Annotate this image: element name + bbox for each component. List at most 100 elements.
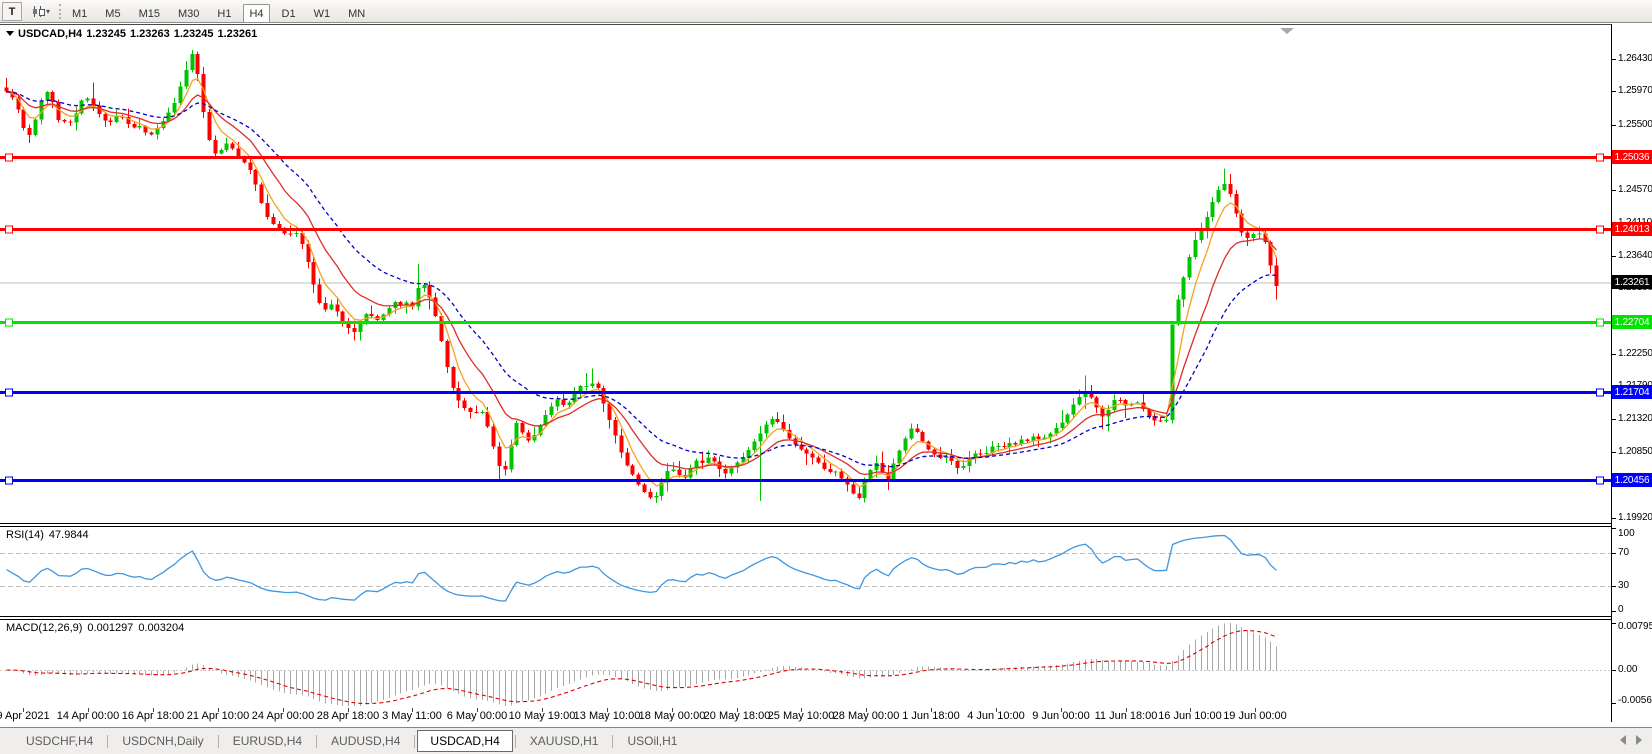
rsi-panel[interactable] (0, 526, 1611, 617)
candle-body (985, 453, 989, 454)
candle-body (272, 217, 276, 224)
rsi-tick (1611, 553, 1616, 554)
price-tick (1611, 59, 1616, 60)
candle-body (776, 419, 780, 422)
candle-body (69, 121, 73, 122)
candle-body (318, 285, 322, 303)
candle-body (956, 461, 960, 468)
chart-tab-usoil[interactable]: USOil,H1 (615, 731, 689, 751)
main-chart-canvas (0, 25, 1611, 523)
timeframe-M30[interactable]: M30 (172, 4, 205, 23)
price-line-label[interactable]: 1.20456 (1612, 473, 1652, 487)
candle-body (1235, 194, 1239, 213)
moving-average-line (7, 92, 1277, 467)
price-line-label[interactable]: 1.24013 (1612, 222, 1652, 236)
price-line-label[interactable]: 1.21704 (1612, 385, 1652, 399)
timeframe-MN[interactable]: MN (342, 4, 371, 23)
rsi-tick (1611, 611, 1616, 612)
price-tick-label: 1.23640 (1618, 250, 1652, 261)
price-line-label[interactable]: 1.25036 (1612, 150, 1652, 164)
candle-body (701, 460, 705, 463)
line-endpoint-marker (1597, 226, 1604, 233)
tab-scroll-right-button[interactable] (1636, 735, 1642, 745)
candle-body (324, 303, 328, 310)
candle-body (138, 126, 142, 127)
candle-body (1037, 437, 1041, 439)
line-endpoint-marker (1597, 154, 1604, 161)
tab-scroll-buttons (1620, 735, 1642, 745)
time-axis-label: 13 May 10:00 (574, 710, 641, 722)
chart-type-button[interactable]: ▾ (26, 2, 56, 21)
line-endpoint-marker (1597, 477, 1604, 484)
timeframe-M1[interactable]: M1 (66, 4, 93, 23)
time-axis-label: 25 May 10:00 (768, 710, 835, 722)
time-axis-label: 28 Apr 18:00 (317, 710, 379, 722)
candle-body (753, 442, 757, 450)
price-tick (1611, 91, 1616, 92)
tab-separator (316, 735, 317, 748)
candle-body (341, 312, 345, 321)
text-tool-button[interactable]: T (2, 2, 22, 21)
chart-tab-audusd[interactable]: AUDUSD,H4 (319, 731, 412, 751)
candle-body (1182, 278, 1186, 300)
candle-body (1194, 240, 1198, 257)
candle-body (1095, 398, 1099, 408)
candle-body (510, 445, 514, 470)
candle-body (109, 121, 113, 122)
candle-body (104, 114, 108, 121)
timeframe-M5[interactable]: M5 (99, 4, 126, 23)
macd-tick (1611, 623, 1616, 624)
macd-tick (1611, 670, 1616, 671)
macd-panel[interactable] (0, 619, 1611, 708)
candle-body (208, 112, 212, 140)
chart-tabs: USDCHF,H4USDCNH,DailyEURUSD,H4AUDUSD,H4U… (14, 728, 689, 754)
time-axis-label: 20 May 18:00 (704, 710, 771, 722)
candle-body (631, 465, 635, 474)
chart-tab-usdchf[interactable]: USDCHF,H4 (14, 731, 105, 751)
timeframe-H1[interactable]: H1 (211, 4, 237, 23)
toolbar: T ▾ M1 M5 M15 M30 H1 H4 D1 W1 MN (0, 0, 1652, 23)
candle-body (457, 388, 461, 401)
candle-body (1223, 184, 1227, 190)
chart-shift-marker-icon (1280, 28, 1294, 34)
candle-body (649, 492, 653, 498)
candle-body (916, 428, 920, 431)
rsi-label: RSI(14)47.9844 (6, 529, 94, 541)
chart-tab-xauusd[interactable]: XAUUSD,H1 (518, 731, 611, 751)
price-tick (1611, 452, 1616, 453)
candle-body (1229, 184, 1233, 194)
chart-tab-bar: USDCHF,H4USDCNH,DailyEURUSD,H4AUDUSD,H4U… (0, 727, 1652, 754)
time-axis[interactable]: 9 Apr 202114 Apr 00:0016 Apr 18:0021 Apr… (0, 707, 1652, 727)
candle-body (597, 383, 601, 388)
candle-body (1258, 234, 1262, 235)
tab-separator (107, 735, 108, 748)
candle-body (185, 70, 189, 86)
time-axis-label: 19 Jun 00:00 (1223, 710, 1287, 722)
candle-body (22, 110, 26, 129)
tab-scroll-left-button[interactable] (1620, 735, 1626, 745)
price-tick (1611, 518, 1616, 519)
candle-body (626, 453, 630, 466)
chart-tab-usdcad[interactable]: USDCAD,H4 (417, 730, 512, 752)
timeframe-W1[interactable]: W1 (308, 4, 337, 23)
chart-tab-usdcnh[interactable]: USDCNH,Daily (110, 731, 215, 751)
candle-body (765, 424, 769, 433)
main-chart-panel[interactable] (0, 24, 1611, 524)
candle-body (498, 446, 502, 465)
price-tick-label: 1.22250 (1618, 348, 1652, 359)
chart-tab-eurusd[interactable]: EURUSD,H4 (221, 731, 314, 751)
chevron-down-icon (6, 31, 14, 36)
tab-separator (414, 735, 415, 748)
timeframe-D1[interactable]: D1 (276, 4, 302, 23)
timeframe-M15[interactable]: M15 (133, 4, 166, 23)
candle-body (46, 92, 50, 100)
price-tick (1611, 125, 1616, 126)
price-line-label[interactable]: 1.22704 (1612, 315, 1652, 329)
candle-body (852, 484, 856, 493)
timeframe-H4[interactable]: H4 (243, 4, 269, 23)
candlestick-icon (39, 6, 43, 17)
candle-body (1066, 415, 1070, 423)
ohlc-high: 1.23263 (130, 28, 170, 40)
candle-body (521, 423, 525, 432)
candle-body (289, 233, 293, 234)
